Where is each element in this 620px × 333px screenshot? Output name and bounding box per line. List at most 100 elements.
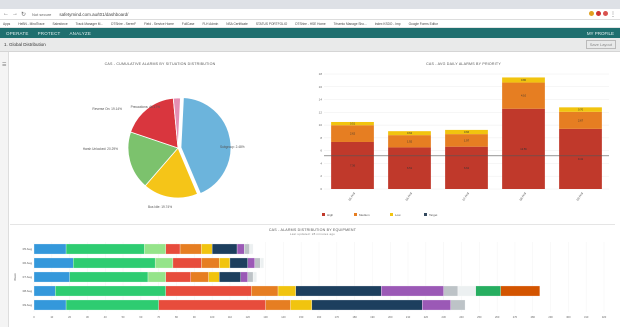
bookmark-item[interactable]: Index KSDO - Imp — [375, 22, 401, 26]
bookmark-item[interactable]: Track Manager M... — [76, 22, 104, 26]
y-tick-label: 18 — [319, 72, 323, 76]
data-label: 2.62 — [350, 132, 356, 136]
y-tick-label: 8 — [320, 136, 322, 140]
y-tick-label: 06 Aug — [23, 261, 33, 265]
bookmark-item[interactable]: FLH Admin — [202, 22, 218, 26]
bar-segment — [201, 243, 213, 255]
bar-segment — [65, 243, 145, 255]
x-tick-label: 200 — [388, 315, 393, 319]
data-label: 2.67 — [578, 118, 584, 122]
bar-segment — [500, 285, 541, 297]
bar-segment — [147, 271, 166, 283]
menu-analyze[interactable]: ANALYZE — [69, 31, 91, 36]
profile-link[interactable]: MY PROFILE — [587, 31, 614, 36]
x-tick-label: 220 — [424, 315, 429, 319]
x-tick-label: 30 — [86, 315, 89, 319]
data-label: 0.80 — [521, 78, 527, 82]
pie-label: Subgroup: 2.48% — [220, 145, 245, 149]
x-tick-label: 08 Aug — [519, 191, 527, 201]
dashboard-header: 1. Global Distribution Save Layout — [0, 38, 620, 52]
bar-segment — [265, 299, 291, 311]
bar-segment — [475, 285, 501, 297]
stacked-bar-chart: 0 2 4 6 8 10 12 14 16 18 7.36 2.62 0.51 05 Aug 6.51 1.9… — [319, 72, 609, 217]
x-tick-label: 260 — [495, 315, 500, 319]
menu-protect[interactable]: PROTECT — [38, 31, 61, 36]
reload-icon[interactable]: ↻ — [21, 11, 26, 18]
y-tick-label: 07 Aug — [23, 275, 33, 279]
y-tick-label: 08 Aug — [23, 289, 33, 293]
bookmark-item[interactable]: FullCase — [182, 22, 195, 26]
menu-icon[interactable]: ⋮ — [610, 11, 616, 18]
bookmark-item[interactable]: STATUS PORTFOLIO — [256, 22, 287, 26]
bookmark-item[interactable]: HeBN - MindTrace — [18, 22, 44, 26]
bar-segment — [33, 257, 74, 269]
pie-label: Harsh Unlocked: 20.29% — [83, 147, 118, 151]
bookmark-item[interactable]: DTShire - SerenF — [111, 22, 136, 26]
y-tick-label: 14 — [319, 98, 323, 102]
x-tick-label: 320 — [602, 315, 607, 319]
sidebar-toggle-icon[interactable]: ☰ — [2, 62, 6, 68]
menu-operate[interactable]: OPERATE — [6, 31, 29, 36]
bar-segment — [290, 299, 313, 311]
forward-icon[interactable]: → — [12, 11, 18, 18]
save-layout-button[interactable]: Save Layout — [585, 40, 616, 49]
back-icon[interactable]: ← — [3, 11, 9, 18]
left-sidebar: ☰ — [0, 52, 9, 327]
bookmark-item[interactable]: Field - Service Home — [144, 22, 174, 26]
pie-chart: Subgroup: 2.48% Bus Idle: 19.74% Harsh Unl… — [83, 97, 245, 209]
legend-label: Low — [395, 213, 401, 217]
bookmark-item[interactable]: Trisento Manage Sho... — [334, 22, 367, 26]
y-tick-label: 10 — [319, 123, 323, 127]
data-label: 4.10 — [521, 94, 527, 98]
x-tick-label: 110 — [228, 315, 233, 319]
data-label: 0.66 — [464, 130, 470, 134]
bar-segment — [165, 243, 181, 255]
x-tick-label: 06 Aug — [405, 191, 413, 201]
bar-segment — [252, 271, 257, 283]
bar-segment — [144, 243, 166, 255]
x-tick-label: 310 — [584, 315, 589, 319]
page-title: 1. Global Distribution — [4, 42, 46, 47]
x-tick-label: 250 — [477, 315, 482, 319]
x-tick-label: 09 Aug — [576, 191, 584, 201]
legend-swatch — [424, 213, 427, 216]
x-tick-label: 0 — [33, 315, 35, 319]
bar-segment — [154, 257, 174, 269]
legend-label: High — [327, 213, 334, 217]
y-tick-label: 4 — [320, 161, 322, 165]
stacked-bar-panel: CAS - AVG DAILY ALARMS BY PRIORITY 02468… — [312, 58, 615, 223]
y-tick-label: 12 — [319, 110, 323, 114]
y-tick-label: 2 — [320, 174, 322, 178]
bar-segment — [247, 257, 256, 269]
x-tick-label: 50 — [122, 315, 125, 319]
bar-segment — [254, 257, 261, 269]
y-tick-label: 05 Aug — [23, 247, 33, 251]
x-tick-label: 100 — [210, 315, 215, 319]
bookmark-item[interactable]: Salesforce — [53, 22, 68, 26]
bookmark-item[interactable]: Google Forms Editor — [409, 22, 438, 26]
data-label: 9.41 — [578, 157, 584, 161]
x-tick-label: 270 — [513, 315, 518, 319]
bar-segment — [236, 243, 245, 255]
bar-segment — [244, 243, 250, 255]
bar-segment — [33, 243, 67, 255]
avatar[interactable] — [603, 10, 608, 16]
extension-icon[interactable] — [596, 10, 601, 16]
bar-segment — [65, 299, 159, 311]
bar-segment — [55, 285, 166, 297]
legend-swatch — [354, 213, 357, 216]
bookmark-item[interactable]: Apps — [3, 22, 10, 26]
bar-segment — [219, 257, 231, 269]
x-tick-label: 240 — [459, 315, 464, 319]
x-tick-label: 160 — [317, 315, 322, 319]
y-tick-label: 16 — [319, 85, 323, 89]
x-tick-label: 07 Aug — [462, 191, 470, 201]
data-label: 6.62 — [464, 166, 470, 170]
bookmark-item[interactable]: NSA Certificate — [226, 22, 248, 26]
x-tick-label: 70 — [157, 315, 160, 319]
data-label: 7.36 — [350, 163, 356, 167]
url-field[interactable]: safetymind.com.au/t01/dashboard/ — [59, 12, 589, 17]
bookmark-item[interactable]: DTShire - HSE Home — [295, 22, 325, 26]
extension-icon[interactable] — [589, 10, 594, 16]
x-tick-label: 170 — [335, 315, 340, 319]
